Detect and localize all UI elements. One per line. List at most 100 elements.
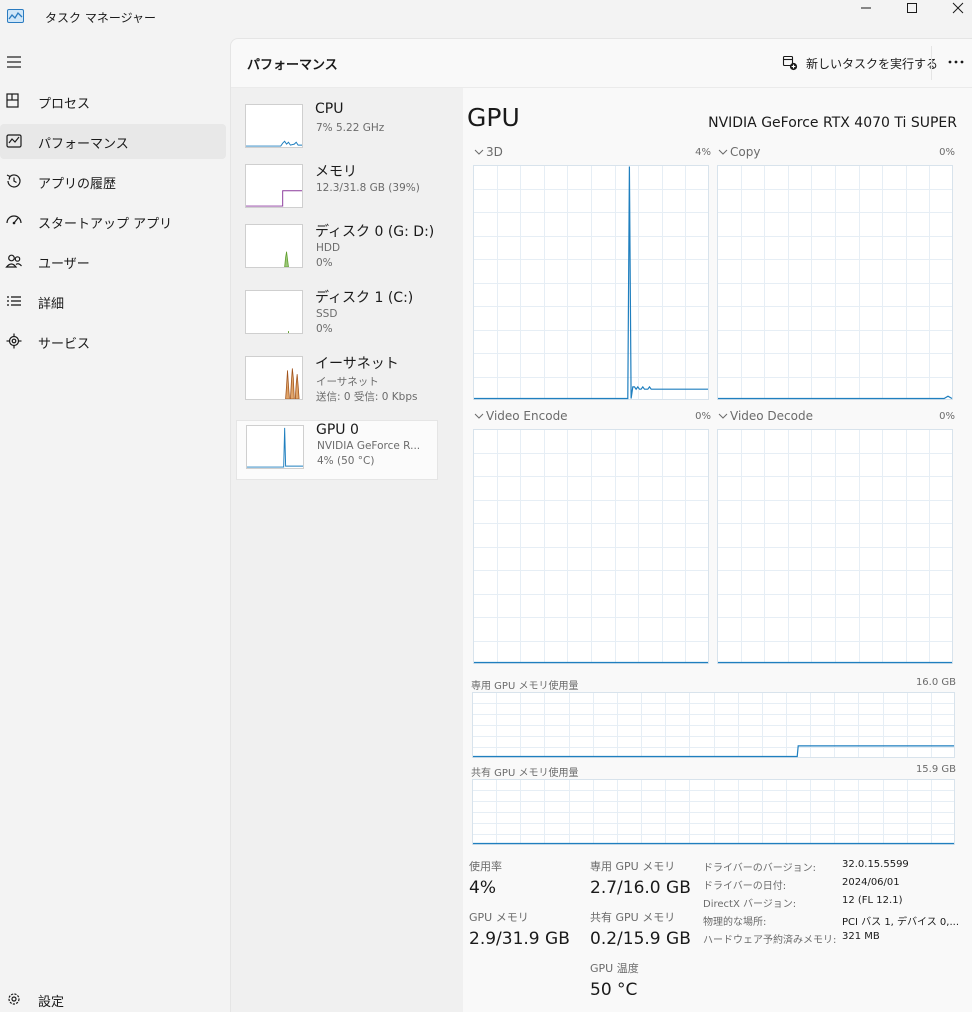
gear-icon <box>8 993 20 1005</box>
device-name: ディスク 1 (C:) <box>315 290 414 306</box>
page-title: パフォーマンス <box>247 58 338 73</box>
sidebar-item-label: パフォーマンス <box>38 137 129 152</box>
shared-memory-graph-label: 共有 GPU メモリ使用量 <box>471 768 579 779</box>
more-options-button[interactable] <box>944 52 968 72</box>
engine-label-video-encode[interactable]: Video Encode <box>486 409 568 423</box>
header-divider <box>931 46 932 80</box>
sidebar-item-startup-apps[interactable]: スタートアップ アプリ <box>0 204 226 239</box>
close-button[interactable] <box>935 0 972 16</box>
device-thumbnail-graph <box>245 224 303 268</box>
graph-shared-memory <box>472 779 955 845</box>
processes-icon <box>6 93 19 108</box>
device-thumbnail-graph <box>245 164 303 208</box>
engine-label-3d[interactable]: 3D <box>486 145 503 159</box>
dedicated-memory-graph-label: 専用 GPU メモリ使用量 <box>471 681 579 692</box>
graph-3d <box>473 165 709 400</box>
gpu-memory-value: 2.9/31.9 GB <box>469 929 570 949</box>
chevron-down-icon[interactable] <box>718 148 728 156</box>
device-detail: 12.3/31.8 GB (39%) <box>316 182 420 194</box>
sidebar-item-settings[interactable]: 設定 <box>0 982 226 1012</box>
device-detail: 0% <box>316 257 333 269</box>
engine-pct-copy: 0% <box>939 147 955 158</box>
engine-label-copy[interactable]: Copy <box>730 145 760 159</box>
device-name: メモリ <box>315 164 357 180</box>
property-label: ドライバーのバージョン: <box>703 863 816 874</box>
sidebar-item-label: プロセス <box>38 97 91 112</box>
chevron-down-icon[interactable] <box>474 412 484 420</box>
graph-copy <box>717 165 953 400</box>
close-icon <box>952 2 964 14</box>
details-icon <box>7 296 21 306</box>
gpu-model-name: NVIDIA GeForce RTX 4070 Ti SUPER <box>708 115 957 131</box>
device-name: CPU <box>315 101 344 117</box>
device-name: ディスク 0 (G: D:) <box>315 224 435 240</box>
maximize-button[interactable] <box>889 0 935 16</box>
sidebar-item-label: スタートアップ アプリ <box>38 217 173 232</box>
sidebar-item-services[interactable]: サービス <box>0 324 226 359</box>
device-detail: 0% <box>316 323 333 335</box>
engine-label-video-decode[interactable]: Video Decode <box>730 409 813 423</box>
chevron-down-icon[interactable] <box>718 412 728 420</box>
device-detail: 7% 5.22 GHz <box>316 122 385 134</box>
engine-pct-3d: 4% <box>695 147 711 158</box>
device-name: GPU 0 <box>316 422 359 438</box>
device-item-memory[interactable]: メモリ 12.3/31.8 GB (39%) <box>236 160 438 220</box>
device-item-disk-1[interactable]: ディスク 1 (C:) SSD 0% <box>236 286 438 346</box>
startup-icon <box>6 215 22 225</box>
shared-memory-value: 0.2/15.9 GB <box>590 929 691 949</box>
services-icon <box>6 333 22 349</box>
users-icon <box>5 254 22 268</box>
device-item-gpu-0[interactable]: GPU 0 NVIDIA GeForce R... 4% (50 °C) <box>236 420 438 480</box>
device-detail: イーサネット <box>316 376 379 388</box>
device-detail: HDD <box>316 242 341 254</box>
hamburger-icon <box>7 56 21 68</box>
device-detail: 4% (50 °C) <box>317 455 375 467</box>
performance-icon <box>6 134 22 148</box>
chevron-down-icon[interactable] <box>474 148 484 156</box>
dedicated-memory-max: 16.0 GB <box>915 677 956 688</box>
sidebar-item-processes[interactable]: プロセス <box>0 84 226 119</box>
property-value: 32.0.15.5599 <box>842 859 909 870</box>
device-thumbnail-graph <box>246 425 304 469</box>
device-thumbnail-graph <box>245 356 303 400</box>
sidebar-item-performance[interactable]: パフォーマンス <box>0 124 226 159</box>
property-label: 物理的な場所: <box>703 917 767 928</box>
more-icon <box>948 60 964 64</box>
property-value: 12 (FL 12.1) <box>842 895 903 906</box>
device-name: イーサネット <box>315 356 399 372</box>
engine-pct-video-decode: 0% <box>939 411 955 422</box>
property-value: 321 MB <box>842 931 880 942</box>
history-icon <box>6 174 21 188</box>
graph-dedicated-memory <box>472 692 955 758</box>
device-detail: 送信: 0 受信: 0 Kbps <box>316 391 418 403</box>
new-task-icon <box>782 55 798 71</box>
sidebar-item-users[interactable]: ユーザー <box>0 244 226 279</box>
gpu-temperature-label: GPU 温度 <box>590 962 639 975</box>
shared-memory-max: 15.9 GB <box>915 764 956 775</box>
title-bar: タスク マネージャー <box>0 0 972 36</box>
property-value: PCI バス 1, デバイス 0,... <box>842 917 959 928</box>
utilization-label: 使用率 <box>469 860 502 873</box>
device-detail: NVIDIA GeForce R... <box>317 440 421 452</box>
minimize-button[interactable] <box>843 0 889 16</box>
sidebar-item-label: 設定 <box>38 995 65 1010</box>
device-title: GPU <box>467 103 520 132</box>
sidebar-item-label: サービス <box>38 337 91 352</box>
sidebar-item-app-history[interactable]: アプリの履歴 <box>0 164 226 199</box>
dedicated-memory-value: 2.7/16.0 GB <box>590 878 691 898</box>
sidebar-item-details[interactable]: 詳細 <box>0 284 226 319</box>
device-item-cpu[interactable]: CPU 7% 5.22 GHz <box>236 100 438 160</box>
property-label: DirectX バージョン: <box>703 899 797 910</box>
device-item-ethernet[interactable]: イーサネット イーサネット 送信: 0 受信: 0 Kbps <box>236 352 438 412</box>
maximize-icon <box>907 3 917 13</box>
shared-memory-label: 共有 GPU メモリ <box>590 911 676 924</box>
device-item-disk-0[interactable]: ディスク 0 (G: D:) HDD 0% <box>236 220 438 280</box>
minimize-icon <box>861 7 871 9</box>
property-value: 2024/06/01 <box>842 877 900 888</box>
gpu-memory-label: GPU メモリ <box>469 911 529 924</box>
run-new-task-button[interactable]: 新しいタスクを実行する <box>782 53 938 73</box>
engine-pct-video-encode: 0% <box>695 411 711 422</box>
hamburger-menu-button[interactable] <box>4 52 24 72</box>
gpu-temperature-value: 50 °C <box>590 980 638 1000</box>
device-thumbnail-graph <box>245 104 303 148</box>
